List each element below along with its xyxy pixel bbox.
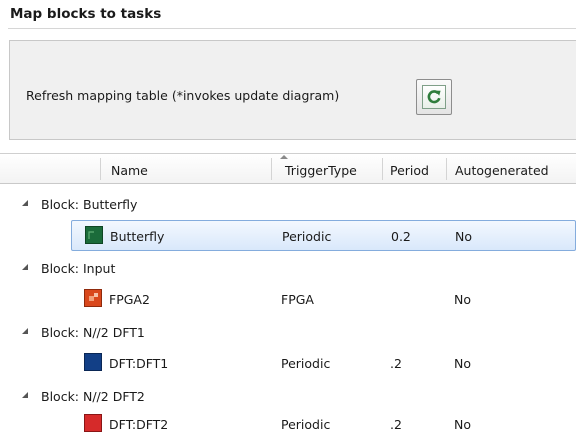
task-period: 0.2: [391, 229, 411, 244]
collapse-arrow-icon[interactable]: [22, 392, 28, 398]
task-row-butterfly[interactable]: Butterfly Periodic 0.2 No: [71, 220, 576, 251]
task-row-dft1[interactable]: DFT:DFT1 Periodic .2 No: [0, 348, 576, 379]
group-row-dft1[interactable]: Block: N//2 DFT1: [0, 316, 576, 347]
task-trigger-type: Periodic: [281, 356, 331, 371]
group-label: Block: N//2 DFT2: [41, 389, 145, 404]
task-row-dft2[interactable]: DFT:DFT2 Periodic .2 No: [0, 409, 576, 440]
group-row-dft2[interactable]: Block: N//2 DFT2: [0, 380, 576, 411]
task-trigger-type: Periodic: [282, 229, 332, 244]
task-name: DFT:DFT2: [109, 417, 169, 432]
task-autogenerated: No: [454, 292, 471, 307]
group-label: Block: N//2 DFT1: [41, 325, 145, 340]
task-name: Butterfly: [110, 229, 165, 244]
collapse-arrow-icon[interactable]: [22, 264, 28, 270]
group-row-butterfly[interactable]: Block: Butterfly: [0, 188, 576, 219]
collapse-arrow-icon[interactable]: [22, 328, 28, 334]
task-name: DFT:DFT1: [109, 356, 169, 371]
task-trigger-type: Periodic: [281, 417, 331, 432]
task-trigger-type: FPGA: [281, 292, 314, 307]
fpga-block-icon: [84, 289, 102, 307]
task-row-fpga2[interactable]: FPGA2 FPGA No: [0, 284, 576, 315]
column-header-triggertype[interactable]: TriggerType: [272, 154, 377, 183]
refresh-button[interactable]: [416, 79, 452, 115]
block-icon: [84, 414, 102, 432]
task-autogenerated: No: [455, 229, 472, 244]
table-header: Name TriggerType Period Autogenerated: [0, 154, 576, 184]
group-label: Block: Input: [41, 261, 116, 276]
refresh-label: Refresh mapping table (*invokes update d…: [26, 88, 340, 103]
group-label: Block: Butterfly: [41, 197, 138, 212]
column-header-name[interactable]: Name: [101, 154, 288, 183]
task-name: FPGA2: [109, 292, 150, 307]
block-icon: [85, 226, 103, 244]
collapse-arrow-icon[interactable]: [22, 200, 28, 206]
column-header-period[interactable]: Period: [383, 154, 445, 183]
refresh-icon: [422, 85, 446, 109]
task-period: .2: [390, 417, 402, 432]
block-icon: [84, 353, 102, 371]
column-header-name-label: Name: [111, 163, 148, 178]
group-row-input[interactable]: Block: Input: [0, 252, 576, 283]
column-header-triggertype-label: TriggerType: [285, 163, 357, 178]
task-period: .2: [390, 356, 402, 371]
task-autogenerated: No: [454, 417, 471, 432]
column-header-period-label: Period: [390, 163, 429, 178]
divider: [8, 28, 576, 29]
column-header-autogenerated-label: Autogenerated: [455, 163, 549, 178]
task-autogenerated: No: [454, 356, 471, 371]
refresh-panel: Refresh mapping table (*invokes update d…: [9, 40, 576, 140]
column-header-autogenerated[interactable]: Autogenerated: [447, 154, 576, 183]
page-title: Map blocks to tasks: [10, 6, 162, 22]
